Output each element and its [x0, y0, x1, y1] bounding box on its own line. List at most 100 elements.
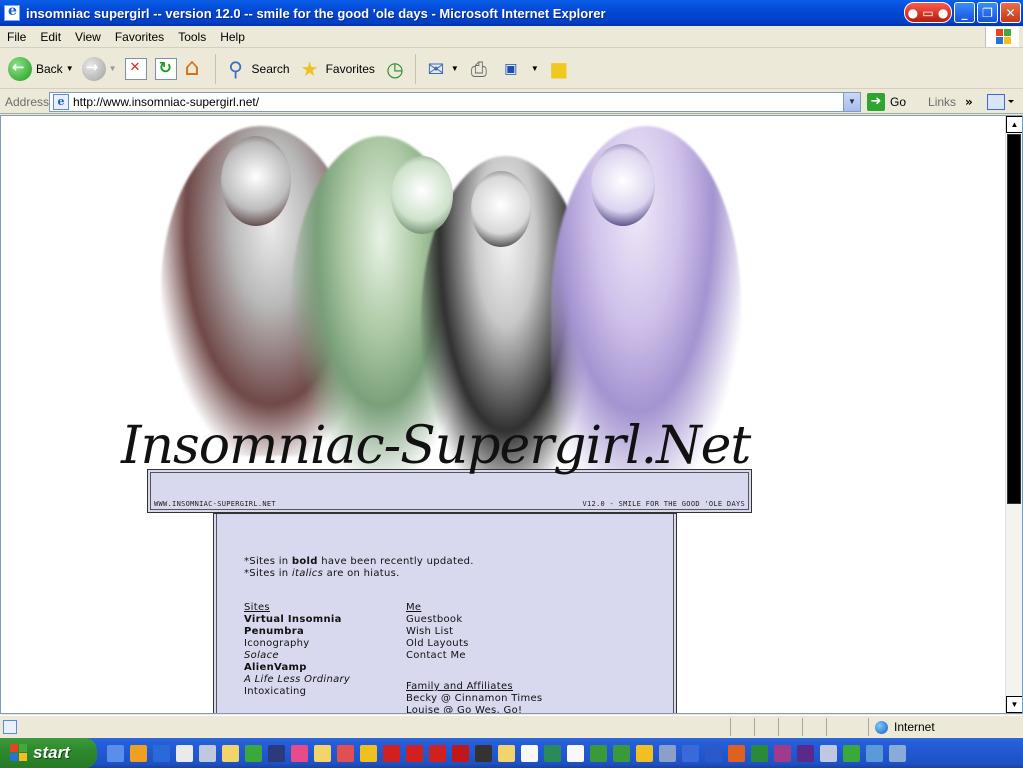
app-taskbar-icon[interactable] [820, 744, 837, 762]
site-link[interactable]: Solace [244, 650, 350, 662]
app-taskbar-icon[interactable] [130, 744, 147, 762]
chevron-right-icon[interactable]: » [965, 95, 973, 109]
minimize-button[interactable]: _ [954, 2, 975, 23]
app-taskbar-icon[interactable] [245, 744, 262, 762]
print-button[interactable]: ⎙ [463, 51, 495, 87]
app-taskbar-icon[interactable] [613, 744, 630, 762]
edit-dropdown-icon[interactable]: ▼ [531, 64, 539, 73]
excel-icon[interactable] [751, 744, 768, 762]
pdf-icon[interactable] [406, 744, 423, 762]
address-input[interactable]: e http://www.insomniac-supergirl.net/ ▼ [49, 91, 861, 112]
pdf-icon[interactable] [383, 744, 400, 762]
home-button[interactable] [181, 51, 211, 87]
app-taskbar-icon[interactable] [636, 744, 653, 762]
folder-icon[interactable] [222, 744, 239, 762]
site-link[interactable]: Penumbra [244, 626, 350, 638]
scroll-thumb[interactable] [1007, 134, 1021, 504]
address-dropdown-icon[interactable]: ▼ [843, 92, 860, 111]
pdf-icon[interactable] [429, 744, 446, 762]
address-url[interactable]: http://www.insomniac-supergirl.net/ [73, 95, 259, 109]
app-taskbar-icon[interactable] [774, 744, 791, 762]
photo-face [221, 136, 291, 226]
app-taskbar-icon[interactable] [291, 744, 308, 762]
stop-button[interactable] [121, 51, 151, 87]
scroll-up-button[interactable]: ▲ [1006, 116, 1022, 133]
ie-taskbar-icon[interactable] [153, 744, 170, 762]
menu-file[interactable]: File [0, 30, 33, 44]
powerpoint-icon[interactable] [728, 744, 745, 762]
site-link[interactable]: Intoxicating [244, 686, 350, 698]
app-taskbar-icon[interactable] [682, 744, 699, 762]
app-taskbar-icon[interactable] [567, 744, 584, 762]
menu-help[interactable]: Help [213, 30, 252, 44]
vertical-scrollbar[interactable]: ▲ ▼ [1005, 116, 1022, 713]
page-icon: e [53, 93, 69, 110]
me-link-guestbook[interactable]: Guestbook [406, 614, 542, 626]
app-taskbar-icon[interactable] [889, 744, 906, 762]
me-heading[interactable]: Me [406, 602, 542, 614]
printer-icon: ⎙ [470, 56, 487, 81]
favorites-button[interactable]: ★ Favorites [294, 51, 379, 87]
start-button[interactable]: start [0, 738, 97, 768]
note-bold: *Sites in bold have been recently update… [244, 556, 474, 567]
app-taskbar-icon[interactable] [590, 744, 607, 762]
mail-dropdown-icon[interactable]: ▼ [451, 64, 459, 73]
search-button[interactable]: ⚲ Search [220, 51, 294, 87]
site-link[interactable]: AlienVamp [244, 662, 350, 674]
close-button[interactable]: ✕ [1000, 2, 1021, 23]
book-icon[interactable] [521, 744, 538, 762]
app-taskbar-icon[interactable] [337, 744, 354, 762]
app-taskbar-icon[interactable] [199, 744, 216, 762]
me-link-old-layouts[interactable]: Old Layouts [406, 638, 542, 650]
refresh-button[interactable] [151, 51, 181, 87]
menu-favorites[interactable]: Favorites [108, 30, 171, 44]
me-link-contact[interactable]: Contact Me [406, 650, 542, 662]
toolbar-options-icon[interactable] [986, 93, 1014, 110]
ie-icon [4, 3, 20, 21]
site-link[interactable]: Virtual Insomnia [244, 614, 350, 626]
forward-button[interactable]: ▼ [78, 51, 121, 87]
app-taskbar-icon[interactable] [268, 744, 285, 762]
back-dropdown-icon[interactable]: ▼ [66, 64, 74, 73]
window-titlebar[interactable]: insomniac supergirl -- version 12.0 -- s… [0, 0, 1023, 26]
site-link[interactable]: Iconography [244, 638, 350, 650]
site-link[interactable]: A Life Less Ordinary [244, 674, 350, 686]
affiliate-link[interactable]: Louise @ Go Wes, Go! [406, 705, 542, 713]
forward-dropdown-icon[interactable]: ▼ [109, 64, 117, 73]
sites-heading[interactable]: Sites [244, 602, 350, 614]
folder-icon[interactable] [314, 744, 331, 762]
links-label[interactable]: Links [928, 95, 956, 109]
app-taskbar-icon[interactable] [544, 744, 561, 762]
app-taskbar-icon[interactable] [866, 744, 883, 762]
standard-toolbar: Back ▼ ▼ ⚲ Search ★ Favorites ◷ ✉ ▼ ⎙ ▣ … [0, 49, 1023, 89]
visual-studio-icon[interactable] [797, 744, 814, 762]
back-button[interactable]: Back ▼ [4, 51, 78, 87]
folder-icon[interactable] [498, 744, 515, 762]
mail-icon: ✉ [427, 56, 445, 81]
app-taskbar-icon[interactable] [843, 744, 860, 762]
edit-button[interactable]: ▣ ▼ [495, 51, 543, 87]
app-taskbar-icon[interactable] [176, 744, 193, 762]
app-taskbar-icon[interactable] [475, 744, 492, 762]
ie-taskbar-icon[interactable] [107, 744, 124, 762]
go-button[interactable]: ➜ Go [867, 92, 906, 111]
menu-view[interactable]: View [68, 30, 108, 44]
me-link-wishlist[interactable]: Wish List [406, 626, 542, 638]
word-icon[interactable] [705, 744, 722, 762]
menu-edit[interactable]: Edit [33, 30, 68, 44]
affiliates-heading[interactable]: Family and Affiliates [406, 681, 542, 693]
messenger-button[interactable]: ■ [543, 51, 575, 87]
pdf-icon[interactable] [452, 744, 469, 762]
affiliate-link[interactable]: Becky @ Cinnamon Times [406, 693, 542, 705]
scroll-down-button[interactable]: ▼ [1006, 696, 1022, 713]
history-button[interactable]: ◷ [379, 51, 411, 87]
globe-icon [875, 720, 888, 734]
mail-button[interactable]: ✉ ▼ [420, 51, 463, 87]
maximize-button[interactable]: ❐ [977, 2, 998, 23]
menu-tools[interactable]: Tools [171, 30, 213, 44]
media-icon[interactable]: ● ▭ ● [904, 2, 952, 23]
sunflower-icon[interactable] [360, 744, 377, 762]
app-taskbar-icon[interactable] [659, 744, 676, 762]
forward-arrow-icon [81, 56, 106, 81]
address-bar: Address e http://www.insomniac-supergirl… [0, 90, 1023, 114]
